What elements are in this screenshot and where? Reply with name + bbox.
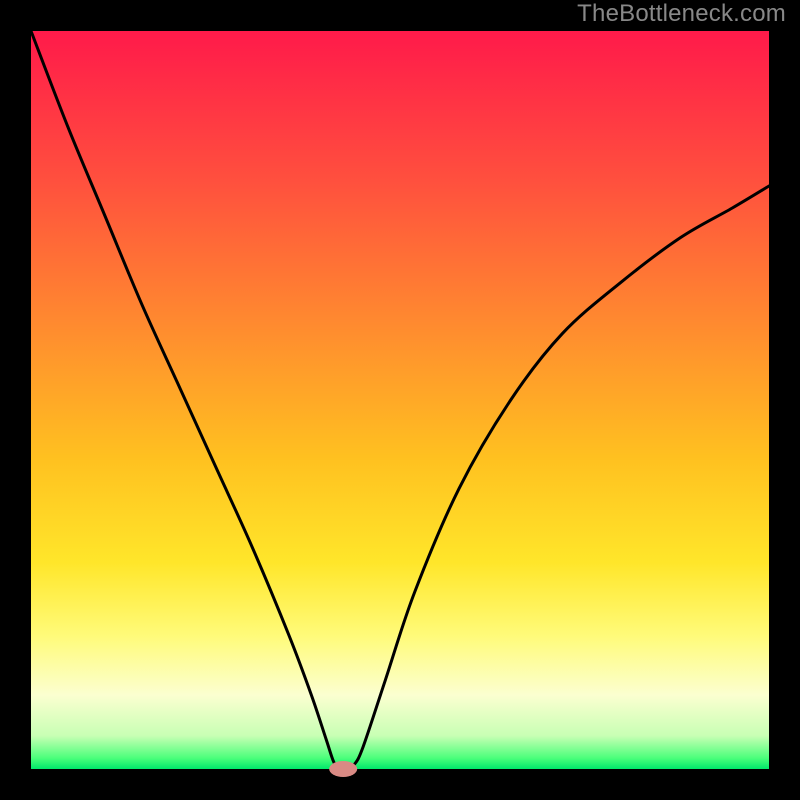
watermark-text: TheBottleneck.com [577, 0, 786, 28]
plot-background [31, 31, 769, 769]
chart-frame: { "watermark": "TheBottleneck.com", "cha… [0, 0, 800, 800]
bottleneck-chart [0, 0, 800, 800]
minimum-marker [329, 761, 357, 777]
